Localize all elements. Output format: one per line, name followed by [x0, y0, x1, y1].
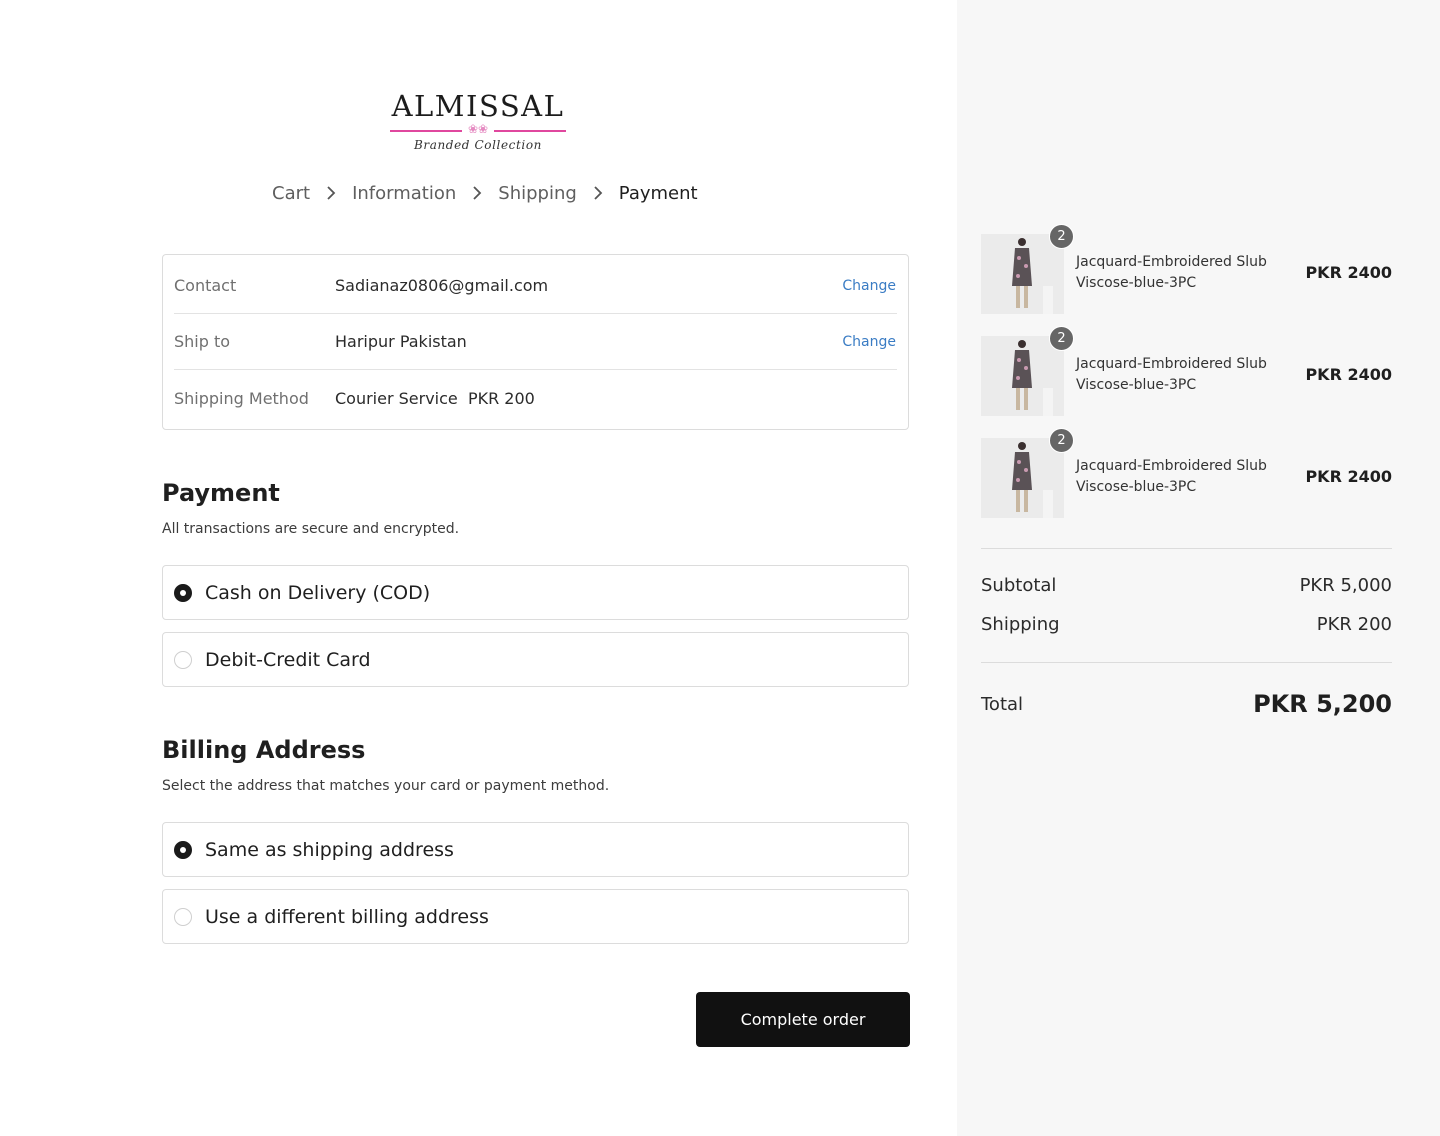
item-name: Jacquard-Embroidered Slub Viscose-blue-3… [1076, 458, 1267, 495]
review-label: Ship to [174, 332, 231, 351]
radio-button-checked[interactable] [174, 583, 192, 602]
subtotal-label: Subtotal [981, 575, 1057, 596]
subtotal-row: Subtotal PKR 5,000 [981, 575, 1392, 596]
option-label: Same as shipping address [205, 838, 454, 861]
breadcrumb-information[interactable]: Information [352, 183, 456, 204]
breadcrumb-payment: Payment [618, 182, 698, 204]
change-contact-link[interactable]: Change [842, 278, 896, 294]
summary-divider [981, 662, 1392, 663]
quantity-badge: 2 [1049, 224, 1074, 249]
cart-item: 2 Jacquard-Embroidered Slub Viscose-blue… [981, 428, 1392, 518]
radio-button[interactable] [174, 907, 192, 926]
contact-email: Sadianaz0806@gmail.com [335, 276, 549, 295]
shipping-method-value: Courier Service PKR 200 [335, 388, 535, 408]
radio-button-checked[interactable] [174, 840, 192, 859]
option-label: Cash on Delivery (COD) [205, 581, 431, 604]
item-price: PKR 2400 [1305, 365, 1392, 384]
option-label: Use a different billing address [205, 905, 489, 928]
review-label: Shipping Method [174, 388, 309, 408]
billing-title: Billing Address [162, 736, 366, 764]
ship-to-address: Haripur Pakistan [335, 332, 467, 351]
chevron-right-icon [593, 186, 603, 200]
brand-name: ALMISSAL [391, 89, 565, 123]
item-name: Jacquard-Embroidered Slub Viscose-blue-3… [1076, 254, 1267, 291]
product-thumbnail [981, 438, 1064, 518]
billing-option-same[interactable]: Same as shipping address [162, 822, 909, 877]
quantity-badge: 2 [1049, 428, 1074, 453]
product-thumbnail [981, 234, 1064, 314]
breadcrumb-cart[interactable]: Cart [272, 183, 310, 204]
total-row: Total PKR 5,200 [981, 690, 1392, 718]
payment-option-card[interactable]: Debit-Credit Card [162, 632, 909, 687]
payment-title: Payment [162, 479, 280, 507]
flower-ornament-icon: ❀❀ [467, 122, 489, 136]
item-name: Jacquard-Embroidered Slub Viscose-blue-3… [1076, 356, 1267, 393]
shipping-label: Shipping [981, 614, 1060, 635]
total-label: Total [981, 693, 1024, 715]
order-summary-panel [957, 0, 1440, 1136]
change-ship-to-link[interactable]: Change [842, 334, 896, 350]
cart-item: 2 Jacquard-Embroidered Slub Viscose-blue… [981, 224, 1392, 314]
review-row-contact: Contact Sadianaz0806@gmail.com Change [174, 258, 897, 314]
brand-logo[interactable]: ALMISSAL ❀❀ Branded Collection [378, 88, 578, 152]
breadcrumb: Cart Information Shipping Payment [272, 179, 698, 207]
order-review-box: Contact Sadianaz0806@gmail.com Change Sh… [162, 254, 909, 430]
item-price: PKR 2400 [1305, 263, 1392, 282]
summary-divider [981, 548, 1392, 549]
checkout-main: ALMISSAL ❀❀ Branded Collection Cart Info… [0, 0, 957, 1136]
chevron-right-icon [326, 186, 336, 200]
radio-button[interactable] [174, 650, 192, 669]
product-thumbnail [981, 336, 1064, 416]
option-label: Debit-Credit Card [205, 648, 371, 671]
logo-ornament-rule: ❀❀ [378, 122, 578, 136]
shipping-row: Shipping PKR 200 [981, 614, 1392, 635]
brand-tagline: Branded Collection [413, 138, 543, 152]
shipping-value: PKR 200 [1316, 614, 1392, 635]
subtotal-value: PKR 5,000 [1299, 575, 1392, 596]
item-price: PKR 2400 [1305, 467, 1392, 486]
review-label: Contact [174, 276, 237, 295]
cart-item: 2 Jacquard-Embroidered Slub Viscose-blue… [981, 326, 1392, 416]
breadcrumb-shipping[interactable]: Shipping [498, 183, 577, 204]
complete-order-button[interactable]: Complete order [696, 992, 910, 1047]
payment-option-cod[interactable]: Cash on Delivery (COD) [162, 565, 909, 620]
billing-option-different[interactable]: Use a different billing address [162, 889, 909, 944]
review-row-shipping-method: Shipping Method Courier Service PKR 200 [174, 370, 897, 426]
chevron-right-icon [472, 186, 482, 200]
payment-subtitle: All transactions are secure and encrypte… [162, 521, 460, 537]
total-value: PKR 5,200 [1253, 690, 1392, 718]
billing-subtitle: Select the address that matches your car… [162, 778, 610, 794]
review-row-ship-to: Ship to Haripur Pakistan Change [174, 314, 897, 370]
quantity-badge: 2 [1049, 326, 1074, 351]
